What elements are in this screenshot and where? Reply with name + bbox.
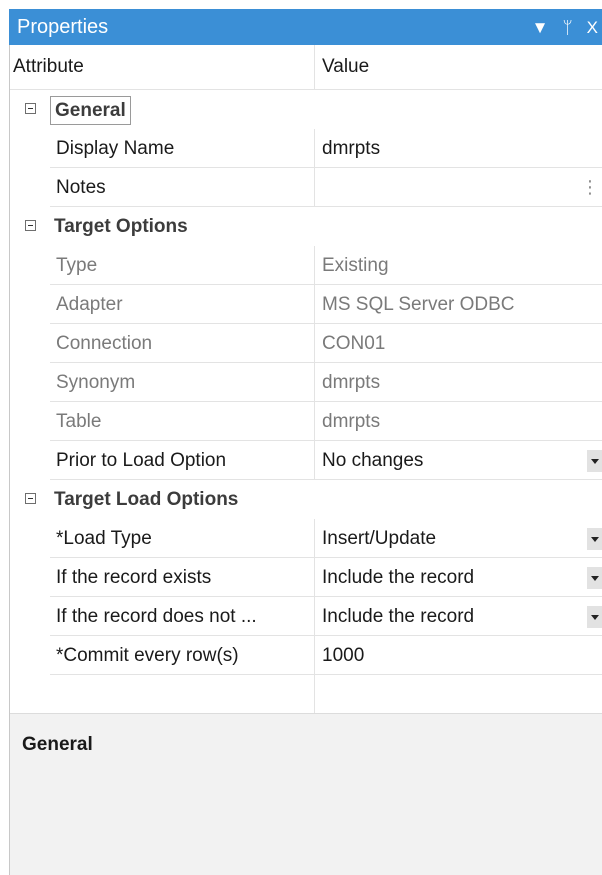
- record-not-exists-value[interactable]: Include the record: [322, 597, 474, 636]
- adapter-value: MS SQL Server ODBC: [322, 294, 515, 315]
- category-target-options[interactable]: Target Options: [10, 207, 602, 246]
- collapse-icon[interactable]: [25, 220, 36, 231]
- collapse-icon[interactable]: [25, 493, 36, 504]
- attribute-column-header: Attribute: [13, 56, 84, 77]
- property-label: If the record does not ...: [56, 606, 257, 627]
- property-row-synonym: Synonym dmrpts: [10, 363, 602, 402]
- category-general[interactable]: General: [10, 90, 602, 129]
- value-column-header: Value: [322, 56, 370, 77]
- synonym-value: dmrpts: [322, 372, 381, 393]
- connection-value: CON01: [322, 333, 386, 354]
- dropdown-arrow-icon[interactable]: ▼: [532, 19, 549, 36]
- property-row-record-not-exists[interactable]: If the record does not ... Include the r…: [10, 597, 602, 636]
- pin-icon[interactable]: ᛘ: [562, 19, 572, 36]
- properties-panel: Attribute Value General Display Name dmr…: [9, 45, 602, 875]
- property-label: Notes: [56, 177, 106, 198]
- property-label: Table: [56, 411, 102, 432]
- type-value: Existing: [322, 255, 389, 276]
- category-label-general: General: [50, 96, 131, 125]
- category-target-load-options[interactable]: Target Load Options: [10, 480, 602, 519]
- property-row-prior-to-load[interactable]: Prior to Load Option No changes: [10, 441, 602, 480]
- load-type-value[interactable]: Insert/Update: [322, 519, 436, 558]
- grid-header: Attribute Value: [10, 45, 602, 90]
- property-label: Synonym: [56, 372, 136, 393]
- description-pane: General: [10, 713, 602, 875]
- properties-titlebar: Properties ▼ ᛘ X: [9, 9, 602, 45]
- property-label: *Load Type: [56, 528, 152, 549]
- property-row-connection: Connection CON01: [10, 324, 602, 363]
- property-label: *Commit every row(s): [56, 645, 239, 666]
- category-label-target-load-options: Target Load Options: [54, 489, 239, 510]
- close-icon[interactable]: X: [587, 19, 598, 36]
- property-row-load-type[interactable]: *Load Type Insert/Update: [10, 519, 602, 558]
- category-label-target-options: Target Options: [54, 216, 188, 237]
- dropdown-arrow-icon[interactable]: [587, 450, 602, 472]
- property-row-type: Type Existing: [10, 246, 602, 285]
- property-row-notes[interactable]: Notes ⋮: [10, 168, 602, 207]
- commit-every-value[interactable]: 1000: [322, 636, 364, 675]
- description-title: General: [22, 734, 93, 755]
- property-row-commit-every[interactable]: *Commit every row(s) 1000: [10, 636, 602, 675]
- property-row-table: Table dmrpts: [10, 402, 602, 441]
- property-grid: Attribute Value General Display Name dmr…: [10, 45, 602, 725]
- record-exists-value[interactable]: Include the record: [322, 558, 474, 597]
- display-name-value[interactable]: dmrpts: [322, 129, 380, 168]
- table-value: dmrpts: [322, 411, 381, 432]
- dropdown-arrow-icon[interactable]: [587, 567, 602, 589]
- panel-title: Properties: [17, 15, 109, 38]
- more-options-icon[interactable]: ⋮: [581, 168, 599, 207]
- property-label: Adapter: [56, 294, 123, 315]
- property-label: Connection: [56, 333, 153, 354]
- property-row-display-name[interactable]: Display Name dmrpts: [10, 129, 602, 168]
- prior-to-load-value[interactable]: No changes: [322, 441, 423, 480]
- property-label: Prior to Load Option: [56, 450, 227, 471]
- titlebar-controls: ▼ ᛘ X: [532, 19, 602, 36]
- property-label: Type: [56, 255, 98, 276]
- property-label: Display Name: [56, 138, 175, 159]
- dropdown-arrow-icon[interactable]: [587, 528, 602, 550]
- dropdown-arrow-icon[interactable]: [587, 606, 602, 628]
- collapse-icon[interactable]: [25, 103, 36, 114]
- property-row-adapter: Adapter MS SQL Server ODBC: [10, 285, 602, 324]
- property-row-record-exists[interactable]: If the record exists Include the record: [10, 558, 602, 597]
- property-label: If the record exists: [56, 567, 212, 588]
